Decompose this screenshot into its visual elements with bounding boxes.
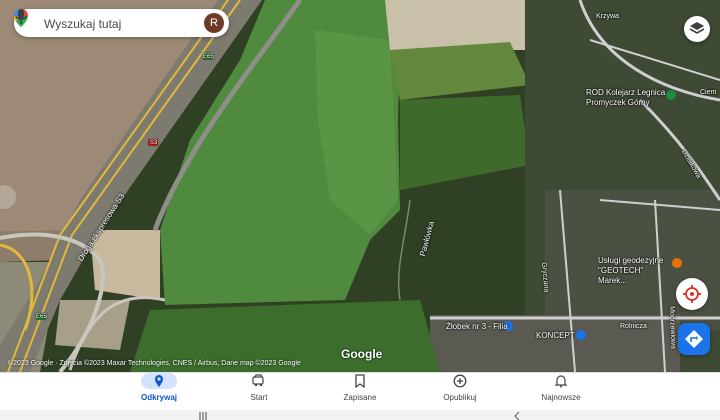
nav-najnowsze[interactable]: Najnowsze — [516, 373, 606, 411]
account-avatar[interactable]: R — [204, 13, 224, 33]
road-e65-shield-label-2: E65 — [36, 314, 47, 320]
google-logo: Google — [341, 347, 383, 361]
bottom-navigation: Odkrywaj Start Zapisane Opublikuj Najnow… — [0, 372, 720, 410]
layers-icon — [689, 22, 705, 34]
search-bar[interactable]: Wyszukaj tutaj R — [14, 9, 229, 37]
nav-start[interactable]: Start — [214, 373, 304, 411]
nav-label: Start — [250, 393, 268, 402]
nav-odkrywaj[interactable]: Odkrywaj — [114, 373, 204, 411]
car-icon — [252, 374, 264, 387]
krzywa-street-label: Krzywa — [596, 13, 619, 20]
search-placeholder[interactable]: Wyszukaj tutaj — [44, 17, 121, 31]
nav-zapisane[interactable]: Zapisane — [315, 373, 405, 411]
satellite-map[interactable]: E65 S3 E65 Droga ekspresowa S3 Krzywa Pa… — [0, 0, 720, 372]
map-attribution[interactable]: ©2023 Google · Zdjęcia ©2023 Maxar Techn… — [8, 360, 301, 367]
location-pin-icon — [155, 375, 163, 387]
add-circle-icon — [453, 374, 467, 388]
bell-icon — [554, 375, 568, 388]
geotech-poi-label[interactable]: Usługi geodezyjne "GEOTECH" Marek... — [598, 256, 672, 286]
directions-button[interactable] — [678, 323, 710, 355]
bookmark-icon — [355, 374, 365, 388]
road-e65-shield-label: E65 — [203, 54, 214, 60]
nav-label: Opublikuj — [443, 393, 477, 402]
nav-label: Zapisane — [343, 393, 377, 402]
recent-apps-icon[interactable] — [198, 412, 208, 420]
layers-button[interactable] — [684, 16, 710, 42]
rolnicza-street-label: Rolnicza — [620, 323, 647, 330]
road-s3-shield-label: S3 — [150, 140, 158, 146]
my-location-button[interactable] — [676, 278, 708, 310]
cienista-street-label: Ciem — [700, 89, 717, 96]
directions-icon — [685, 330, 703, 348]
nav-label: Odkrywaj — [140, 393, 177, 402]
zlobek-poi-label[interactable]: Żłobek nr 3 - Filia — [446, 322, 508, 332]
modrzewiowa-street-label: Modrzewiowa — [668, 306, 677, 350]
location-target-icon — [683, 285, 701, 303]
map-imagery — [0, 0, 720, 372]
back-icon[interactable] — [512, 412, 522, 420]
koncept-poi-label[interactable]: KONCEPT — [536, 331, 575, 341]
nav-label: Najnowsze — [541, 393, 581, 402]
rod-poi-label[interactable]: ROD Kolejarz Legnica Promyczek Górny — [586, 88, 670, 108]
microphone-icon[interactable] — [14, 9, 28, 25]
nav-opublikuj[interactable]: Opublikuj — [415, 373, 505, 411]
system-navigation-bar — [0, 410, 720, 420]
